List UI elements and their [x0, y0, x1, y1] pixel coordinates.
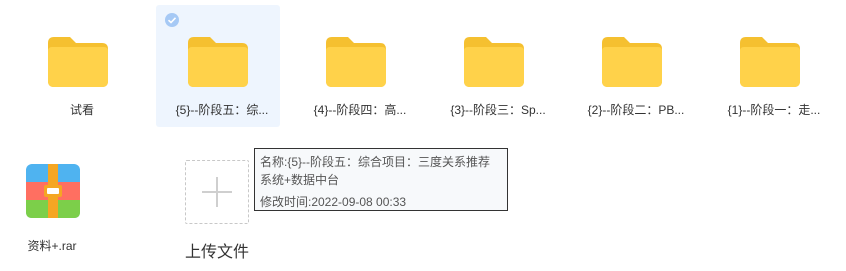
folder-icon	[48, 37, 108, 87]
folder-icon	[602, 37, 662, 87]
folder-label: {4}--阶段四：高...	[313, 103, 407, 117]
folder-label: {2}--阶段二：PB...	[587, 103, 685, 117]
plus-icon	[202, 177, 232, 207]
folder-label: 试看	[69, 103, 94, 117]
folder-item-stage1[interactable]: {1}--阶段一：走...	[712, 10, 836, 130]
check-icon[interactable]	[165, 13, 179, 27]
file-info-tooltip: 名称:{5}--阶段五：综合项目：三度关系推荐系统+数据中台 修改时间:2022…	[254, 148, 508, 211]
upload-tile[interactable]: 上传文件	[185, 160, 250, 261]
folder-icon	[740, 37, 800, 87]
upload-button[interactable]	[185, 160, 249, 224]
file-item-rar[interactable]: 资料+.rar	[2, 160, 126, 260]
folder-item-stage3[interactable]: {3}--阶段三：Sp...	[436, 10, 560, 130]
tooltip-name: 名称:{5}--阶段五：综合项目：三度关系推荐系统+数据中台	[260, 155, 491, 187]
folder-label: {5}--阶段五：综...	[175, 103, 269, 117]
folder-icon	[326, 37, 386, 87]
folder-icon	[464, 37, 524, 87]
folder-label: {1}--阶段一：走...	[727, 103, 821, 117]
folder-icon	[188, 37, 248, 87]
folder-item-trial[interactable]: 试看	[20, 10, 144, 130]
folder-item-stage5[interactable]: {5}--阶段五：综...	[156, 5, 284, 130]
file-label: 资料+.rar	[27, 239, 77, 253]
upload-label: 上传文件	[185, 244, 250, 261]
folder-item-stage4[interactable]: {4}--阶段四：高...	[298, 10, 422, 130]
folder-item-stage2[interactable]: {2}--阶段二：PB...	[574, 10, 698, 130]
folder-label: {3}--阶段三：Sp...	[450, 103, 546, 117]
rar-archive-icon	[26, 164, 80, 218]
tooltip-modified-time: 修改时间:2022-09-08 00:33	[260, 195, 407, 209]
